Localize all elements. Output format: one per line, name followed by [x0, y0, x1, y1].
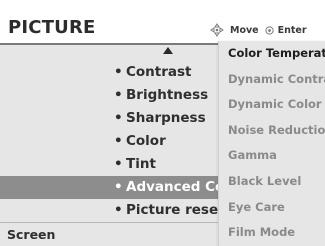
- enter-label: Enter: [277, 24, 307, 36]
- menu-item-sharpness[interactable]: • Sharpness: [0, 107, 218, 130]
- dpad-icon: [210, 23, 224, 37]
- menu-item-contrast[interactable]: • Contrast: [0, 61, 218, 84]
- bullet: •: [114, 133, 123, 149]
- menu-item-label: Brightness: [126, 87, 209, 103]
- scroll-up-arrow-icon[interactable]: [163, 47, 173, 54]
- menu-item-label: Picture reset: [126, 202, 218, 218]
- menu-item-picture-reset[interactable]: • Picture reset: [0, 199, 218, 222]
- submenu-item-color-temperature[interactable]: Color Temperature: [219, 41, 325, 67]
- advanced-color-submenu: Color Temperature Dynamic Contrast Dynam…: [218, 41, 325, 246]
- submenu-item-noise-reduction[interactable]: Noise Reduction: [219, 118, 325, 144]
- submenu-item-dynamic-contrast[interactable]: Dynamic Contrast: [219, 67, 325, 93]
- menu-item-screen[interactable]: Screen: [0, 222, 218, 246]
- picture-menu-list: • Contrast • Brightness • Sharpness • Co…: [0, 61, 218, 222]
- enter-circle-icon: [265, 25, 274, 35]
- menu-item-label: Sharpness: [126, 110, 206, 126]
- picture-menu-panel: • Contrast • Brightness • Sharpness • Co…: [0, 45, 218, 246]
- submenu-item-black-level[interactable]: Black Level: [219, 169, 325, 195]
- menu-item-label: Advanced Co: [126, 179, 218, 195]
- submenu-item-dynamic-color[interactable]: Dynamic Color: [219, 92, 325, 118]
- bullet: •: [114, 110, 123, 126]
- bullet: •: [114, 202, 123, 218]
- screen-label: Screen: [7, 227, 56, 242]
- page-title: PICTURE: [8, 17, 96, 38]
- menu-item-brightness[interactable]: • Brightness: [0, 84, 218, 107]
- submenu-item-film-mode[interactable]: Film Mode: [219, 220, 325, 246]
- menu-item-label: Contrast: [126, 64, 192, 80]
- menu-item-tint[interactable]: • Tint: [0, 153, 218, 176]
- bullet: •: [114, 64, 123, 80]
- move-label: Move: [230, 24, 259, 36]
- menu-item-label: Color: [126, 133, 166, 149]
- menu-header: PICTURE Move Enter: [0, 0, 325, 45]
- picture-menu-screen: PICTURE Move Enter • Contrast • Brightne…: [0, 0, 325, 246]
- navigation-hint: Move Enter: [210, 22, 307, 38]
- bullet: •: [114, 179, 123, 195]
- submenu-list: Color Temperature Dynamic Contrast Dynam…: [219, 41, 325, 246]
- bullet: •: [114, 156, 123, 172]
- menu-item-advanced-color[interactable]: • Advanced Co: [0, 176, 218, 199]
- menu-item-color[interactable]: • Color: [0, 130, 218, 153]
- submenu-item-eye-care[interactable]: Eye Care: [219, 195, 325, 221]
- submenu-item-gamma[interactable]: Gamma: [219, 143, 325, 169]
- menu-item-label: Tint: [126, 156, 156, 172]
- bullet: •: [114, 87, 123, 103]
